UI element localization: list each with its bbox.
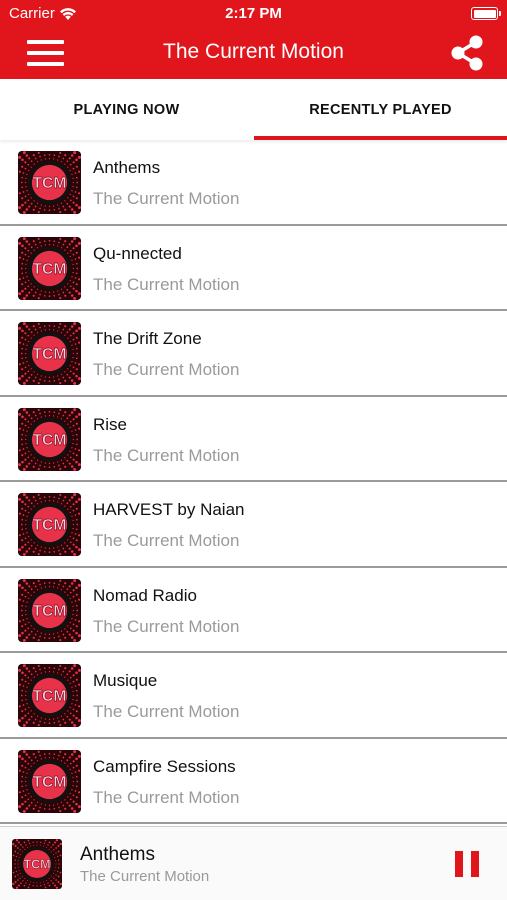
- station-subtitle: The Current Motion: [93, 360, 240, 379]
- logo-text: TCM: [32, 688, 66, 705]
- station-subtitle: The Current Motion: [93, 274, 240, 294]
- list-item[interactable]: TCM Anthems The Current Motion: [0, 140, 507, 226]
- tab-bar: PLAYING NOW RECENTLY PLAYED: [0, 79, 507, 140]
- station-name: HARVEST by Naian: [93, 500, 245, 519]
- battery-icon: [471, 7, 501, 20]
- tcm-logo-image: TCM: [18, 322, 81, 385]
- logo-text: TCM: [32, 432, 66, 449]
- station-list: TCM Anthems The Current Motion TCM Qu-nn…: [0, 140, 507, 825]
- logo-text: TCM: [32, 603, 66, 620]
- tcm-logo-image: TCM: [18, 407, 81, 471]
- pause-icon[interactable]: [455, 851, 479, 877]
- share-icon[interactable]: [449, 34, 485, 72]
- station-logo: TCM: [18, 236, 81, 300]
- station-logo: TCM: [18, 322, 81, 385]
- list-item[interactable]: TCM Musique The Current Motion: [0, 653, 507, 739]
- nav-bar: The Current Motion: [0, 28, 507, 79]
- now-playing-subtitle: The Current Motion: [80, 868, 210, 885]
- app-title: The Current Motion: [163, 40, 344, 63]
- tcm-logo-image: TCM: [18, 664, 81, 727]
- tcm-logo-image: TCM: [18, 151, 81, 214]
- station-subtitle: The Current Motion: [93, 616, 240, 636]
- logo-text: TCM: [32, 346, 66, 363]
- station-name: Qu-nnected: [93, 243, 182, 263]
- station-subtitle: The Current Motion: [93, 189, 240, 208]
- station-subtitle: The Current Motion: [93, 445, 240, 465]
- station-name: Rise: [93, 414, 128, 434]
- now-playing-logo: TCM: [12, 839, 62, 889]
- station-name: Musique: [93, 671, 158, 690]
- station-subtitle: The Current Motion: [93, 702, 240, 721]
- tab-recently-played[interactable]: RECENTLY PLAYED: [254, 79, 507, 140]
- tcm-logo-image: TCM: [18, 749, 81, 813]
- station-logo: TCM: [18, 749, 81, 813]
- now-playing-title: Anthems: [80, 844, 155, 865]
- logo-text: TCM: [32, 261, 66, 278]
- tcm-logo-image: TCM: [18, 578, 81, 642]
- list-item[interactable]: TCM Qu-nnected The Current Motion: [0, 226, 507, 311]
- tcm-logo-image: TCM: [18, 236, 81, 300]
- list-item[interactable]: TCM The Drift Zone The Current Motion: [0, 311, 507, 397]
- station-logo: TCM: [18, 578, 81, 642]
- logo-text: TCM: [32, 175, 66, 192]
- station-logo: TCM: [18, 407, 81, 471]
- tab-playing-now[interactable]: PLAYING NOW: [0, 79, 253, 140]
- station-logo: TCM: [18, 664, 81, 727]
- list-item[interactable]: TCM Rise The Current Motion: [0, 397, 507, 482]
- status-time: 2:17 PM: [225, 5, 282, 22]
- tcm-logo-image: TCM: [12, 839, 62, 889]
- station-name: Campfire Sessions: [93, 756, 236, 776]
- list-item[interactable]: TCM Nomad Radio The Current Motion: [0, 568, 507, 653]
- station-name: Nomad Radio: [93, 585, 197, 605]
- station-name: Anthems: [93, 158, 161, 177]
- tcm-logo-image: TCM: [18, 493, 81, 556]
- list-item[interactable]: TCM Campfire Sessions The Current Motion: [0, 739, 507, 824]
- list-item[interactable]: TCM HARVEST by Naian The Current Motion: [0, 482, 507, 568]
- station-name: The Drift Zone: [93, 329, 202, 348]
- station-subtitle: The Current Motion: [93, 531, 240, 550]
- now-playing-bar[interactable]: TCM Anthems The Current Motion: [0, 826, 507, 900]
- station-logo: TCM: [18, 151, 81, 214]
- station-logo: TCM: [18, 493, 81, 556]
- logo-text: TCM: [32, 774, 66, 791]
- top-bar: Carrier 2:17 PM The Current Motion: [0, 0, 507, 79]
- logo-text: TCM: [32, 517, 66, 534]
- station-subtitle: The Current Motion: [93, 787, 240, 807]
- logo-text: TCM: [23, 858, 50, 872]
- status-bar: Carrier 2:17 PM: [0, 0, 507, 28]
